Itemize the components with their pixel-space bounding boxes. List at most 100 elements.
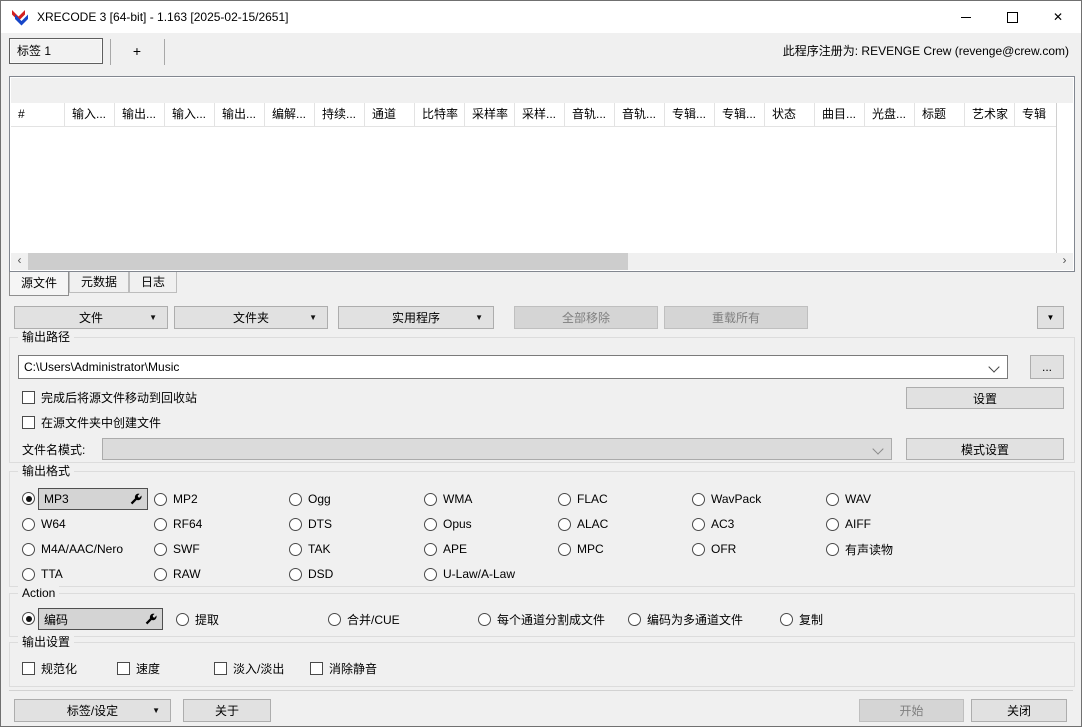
format-option-wav[interactable]: WAV (826, 488, 871, 510)
column-header[interactable]: 输入... (165, 103, 215, 126)
close-app-button[interactable]: 关闭 (971, 699, 1067, 722)
format-option-mpc[interactable]: MPC (558, 538, 604, 560)
format-option-ogg[interactable]: Ogg (289, 488, 331, 510)
tab-source-files[interactable]: 源文件 (9, 272, 70, 296)
wrench-icon[interactable] (129, 493, 142, 506)
scrollbar-thumb[interactable] (28, 253, 628, 270)
column-header[interactable]: 输出... (115, 103, 165, 126)
format-option-tta[interactable]: TTA (22, 563, 63, 585)
radio-icon (176, 612, 189, 626)
window-title: XRECODE 3 [64-bit] - 1.163 [2025-02-15/2… (37, 10, 289, 24)
fade-checkbox[interactable]: 淡入/淡出 (214, 660, 284, 676)
action-selected-encode[interactable]: 编码 (38, 608, 163, 630)
column-header[interactable]: 通道 (365, 103, 415, 126)
format-option-mp2[interactable]: MP2 (154, 488, 198, 510)
radio-icon-selected[interactable] (22, 492, 35, 505)
format-label: U-Law/A-Law (443, 567, 516, 581)
wrench-icon[interactable] (144, 613, 157, 626)
scroll-left-icon[interactable]: ‹ (11, 253, 28, 270)
file-button[interactable]: 文件 ▼ (14, 306, 168, 329)
format-option-w64[interactable]: W64 (22, 513, 66, 535)
format-option-alac[interactable]: ALAC (558, 513, 608, 535)
settings-button[interactable]: 设置 (906, 387, 1064, 409)
action-option-merge-cue[interactable]: 合并/CUE (328, 608, 400, 630)
format-option-ac3[interactable]: AC3 (692, 513, 734, 535)
column-header[interactable]: 专辑... (665, 103, 715, 126)
tags-settings-button[interactable]: 标签/设定 ▼ (14, 699, 171, 722)
format-option-dsd[interactable]: DSD (289, 563, 333, 585)
format-label: OFR (711, 542, 737, 556)
format-option-swf[interactable]: SWF (154, 538, 200, 560)
format-option-wavpack[interactable]: WavPack (692, 488, 761, 510)
column-header[interactable]: 音轨... (615, 103, 665, 126)
format-option-ulaw[interactable]: U-Law/A-Law (424, 563, 515, 585)
about-button[interactable]: 关于 (183, 699, 271, 722)
action-option-split-channels[interactable]: 每个通道分割成文件 (478, 608, 605, 630)
minimize-icon (961, 16, 971, 18)
utilities-button[interactable]: 实用程序 ▼ (338, 306, 494, 329)
column-header[interactable]: 音轨... (565, 103, 615, 126)
vertical-scrollbar[interactable] (1056, 103, 1073, 253)
column-header[interactable]: 持续... (315, 103, 365, 126)
column-header[interactable]: 状态 (765, 103, 815, 126)
scroll-right-icon[interactable]: › (1056, 253, 1073, 270)
remove-silence-checkbox[interactable]: 消除静音 (310, 660, 377, 676)
format-option-flac[interactable]: FLAC (558, 488, 608, 510)
format-option-wma[interactable]: WMA (424, 488, 472, 510)
output-path-combobox[interactable]: C:\Users\Administrator\Music (18, 355, 1008, 379)
add-tab-button[interactable]: + (114, 38, 160, 64)
radio-icon (826, 492, 839, 506)
browse-button[interactable]: ... (1030, 355, 1064, 379)
minimize-button[interactable] (943, 1, 989, 33)
tab-log[interactable]: 日志 (129, 272, 178, 293)
tab-separator (110, 39, 111, 65)
column-header[interactable]: 编解... (265, 103, 315, 126)
output-settings-group: 输出设置 规范化 速度 淡入/淡出 消除静音 (9, 635, 1075, 687)
format-option-ofr[interactable]: OFR (692, 538, 736, 560)
format-option-audiobook[interactable]: 有声读物 (826, 538, 893, 560)
create-in-source-checkbox[interactable]: 在源文件夹中创建文件 (22, 414, 161, 430)
radio-icon-selected[interactable] (22, 612, 35, 625)
window-controls: ✕ (943, 1, 1081, 33)
format-option-aiff[interactable]: AIFF (826, 513, 871, 535)
move-to-recycle-label: 完成后将源文件移动到回收站 (41, 390, 198, 405)
maximize-button[interactable] (989, 1, 1035, 33)
speed-checkbox[interactable]: 速度 (117, 660, 160, 676)
horizontal-scrollbar[interactable]: ‹ › (11, 253, 1073, 270)
column-header[interactable]: 标题 (915, 103, 965, 126)
column-header[interactable]: 艺术家 (965, 103, 1015, 126)
app-window: XRECODE 3 [64-bit] - 1.163 [2025-02-15/2… (0, 0, 1082, 727)
normalize-checkbox[interactable]: 规范化 (22, 660, 77, 676)
radio-icon (780, 612, 793, 626)
close-button[interactable]: ✕ (1035, 1, 1081, 33)
format-option-dts[interactable]: DTS (289, 513, 332, 535)
format-option-ape[interactable]: APE (424, 538, 467, 560)
format-option-rf64[interactable]: RF64 (154, 513, 202, 535)
action-option-copy[interactable]: 复制 (780, 608, 823, 630)
column-header[interactable]: 比特率 (415, 103, 465, 126)
pattern-settings-button[interactable]: 模式设置 (906, 438, 1064, 460)
action-option-encode-multichannel[interactable]: 编码为多通道文件 (628, 608, 743, 630)
more-options-button[interactable]: ▼ (1037, 306, 1064, 329)
folder-button[interactable]: 文件夹 ▼ (174, 306, 328, 329)
browse-label: ... (1041, 360, 1052, 374)
file-table[interactable]: # 输入... 输出... 输入... 输出... 编解... 持续... 通道… (9, 76, 1075, 272)
column-header[interactable]: 光盘... (865, 103, 915, 126)
format-option-m4a[interactable]: M4A/AAC/Nero (22, 538, 123, 560)
radio-icon (478, 612, 491, 626)
column-header[interactable]: 采样率 (465, 103, 515, 126)
column-header[interactable]: 采样... (515, 103, 565, 126)
column-header[interactable]: 专辑... (715, 103, 765, 126)
format-option-raw[interactable]: RAW (154, 563, 201, 585)
column-header[interactable]: 输出... (215, 103, 265, 126)
format-option-tak[interactable]: TAK (289, 538, 330, 560)
column-header[interactable]: # (11, 103, 65, 126)
session-tab-1[interactable]: 标签 1 (9, 38, 103, 64)
column-header[interactable]: 曲目... (815, 103, 865, 126)
format-selected-mp3[interactable]: MP3 (38, 488, 148, 510)
format-option-opus[interactable]: Opus (424, 513, 472, 535)
move-to-recycle-checkbox[interactable]: 完成后将源文件移动到回收站 (22, 389, 197, 405)
column-header[interactable]: 输入... (65, 103, 115, 126)
tab-metadata[interactable]: 元数据 (69, 272, 130, 293)
action-option-extract[interactable]: 提取 (176, 608, 219, 630)
